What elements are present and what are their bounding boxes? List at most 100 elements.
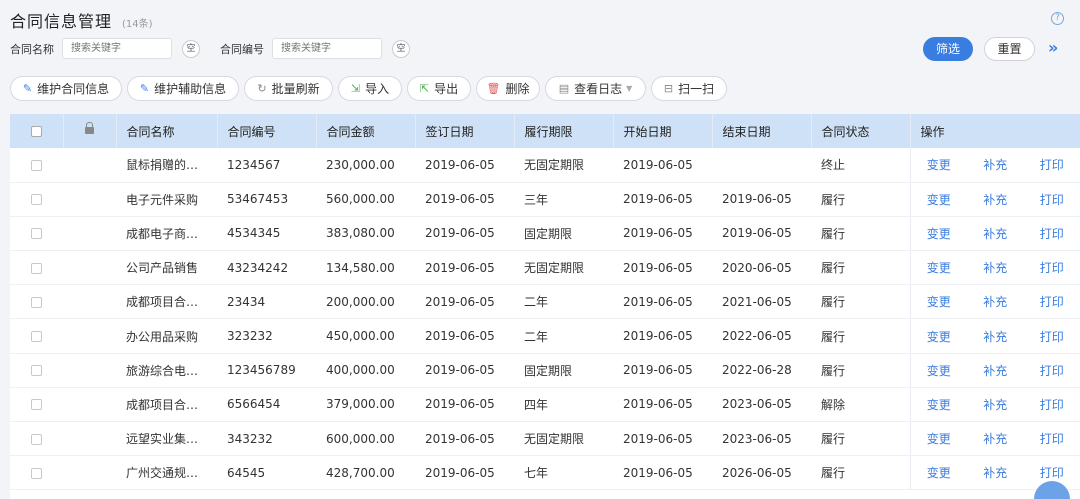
row-select-cell[interactable]	[10, 421, 63, 457]
row-select-cell[interactable]	[10, 250, 63, 286]
print-link[interactable]: 打印	[1040, 259, 1064, 276]
table-row[interactable]: 成都项目合… 6566454 379,000.00 2019-06-05 四年 2019-…	[10, 387, 1080, 423]
cell-start-date: 2019-06-05	[613, 421, 712, 457]
row-select-cell[interactable]	[10, 182, 63, 217]
row-checkbox[interactable]	[31, 228, 42, 240]
supplement-link[interactable]: 补充	[983, 156, 1007, 173]
row-checkbox[interactable]	[31, 262, 42, 274]
contract-number-empty-toggle[interactable]: 空	[392, 39, 410, 58]
supplement-link[interactable]: 补充	[983, 225, 1007, 242]
change-link[interactable]: 变更	[927, 396, 951, 413]
change-link[interactable]: 变更	[927, 293, 951, 310]
row-checkbox[interactable]	[31, 433, 42, 445]
contract-name-empty-toggle[interactable]: 空	[182, 39, 200, 58]
table-row[interactable]: 远望实业集… 343232 600,000.00 2019-06-05 无固定期限 201…	[10, 421, 1080, 457]
row-select-cell[interactable]	[10, 216, 63, 252]
view-log-dropdown[interactable]: ▤ 查看日志 ▼	[545, 76, 646, 101]
row-checkbox[interactable]	[31, 331, 42, 343]
row-checkbox[interactable]	[31, 399, 42, 411]
contract-number-search-input[interactable]	[272, 38, 382, 59]
column-header-term[interactable]: 履行期限	[514, 114, 614, 148]
table-row[interactable]: 公司产品销售 43234242 134,580.00 2019-06-05 无固定期限 2…	[10, 250, 1080, 286]
import-button[interactable]: ⇲ 导入	[338, 76, 402, 101]
supplement-link[interactable]: 补充	[983, 328, 1007, 345]
delete-button[interactable]: 🗑 删除	[476, 76, 540, 101]
column-header-status[interactable]: 合同状态	[811, 114, 911, 148]
column-header-name[interactable]: 合同名称	[116, 114, 218, 148]
cell-number: 53467453	[217, 182, 316, 217]
maintain-aux-button[interactable]: ✎ 维护辅助信息	[127, 76, 239, 101]
print-link[interactable]: 打印	[1040, 156, 1064, 173]
batch-refresh-button[interactable]: ↻ 批量刷新	[244, 76, 333, 101]
filter-button[interactable]: 筛选	[923, 37, 973, 61]
row-select-cell[interactable]	[10, 455, 63, 491]
print-link[interactable]: 打印	[1040, 396, 1064, 413]
print-link[interactable]: 打印	[1040, 464, 1064, 481]
table-row[interactable]: 成都电子商… 4534345 383,080.00 2019-06-05 固定期限 201…	[10, 216, 1080, 252]
supplement-link[interactable]: 补充	[983, 430, 1007, 447]
row-select-cell[interactable]	[10, 284, 63, 320]
change-link[interactable]: 变更	[927, 191, 951, 208]
print-link[interactable]: 打印	[1040, 225, 1064, 242]
export-button[interactable]: ⇱ 导出	[407, 76, 471, 101]
header-select-all[interactable]	[10, 114, 64, 148]
column-header-end-date[interactable]: 结束日期	[712, 114, 812, 148]
cell-end-date: 2023-06-05	[712, 387, 811, 423]
print-link[interactable]: 打印	[1040, 293, 1064, 310]
supplement-link[interactable]: 补充	[983, 191, 1007, 208]
maintain-contract-button[interactable]: ✎ 维护合同信息	[10, 76, 122, 101]
scan-button[interactable]: ⊟ 扫一扫	[651, 76, 727, 101]
print-link[interactable]: 打印	[1040, 430, 1064, 447]
cell-amount: 560,000.00	[316, 182, 415, 217]
row-select-cell[interactable]	[10, 387, 63, 423]
print-link[interactable]: 打印	[1040, 191, 1064, 208]
table-row[interactable]: 鼠标捐赠的… 1234567 230,000.00 2019-06-05 无固定期限 20…	[10, 148, 1080, 183]
change-link[interactable]: 变更	[927, 430, 951, 447]
operations-cell: 变更 补充 打印	[909, 182, 1080, 217]
row-checkbox[interactable]	[31, 159, 42, 171]
column-header-start-date[interactable]: 开始日期	[613, 114, 713, 148]
table-row[interactable]: 成都项目合… 23434 200,000.00 2019-06-05 二年 2019-06…	[10, 284, 1080, 320]
row-lock-cell	[63, 387, 116, 423]
row-select-cell[interactable]	[10, 318, 63, 354]
supplement-link[interactable]: 补充	[983, 396, 1007, 413]
table-row[interactable]: 办公用品采购 323232 450,000.00 2019-06-05 二年 2019-0…	[10, 318, 1080, 354]
page-header: 合同信息管理 (14条)	[10, 8, 153, 32]
print-link[interactable]: 打印	[1040, 362, 1064, 379]
row-lock-cell	[63, 216, 116, 252]
change-link[interactable]: 变更	[927, 362, 951, 379]
change-link[interactable]: 变更	[927, 156, 951, 173]
change-link[interactable]: 变更	[927, 328, 951, 345]
select-all-checkbox[interactable]	[30, 126, 42, 137]
cell-sign-date: 2019-06-05	[415, 182, 514, 217]
supplement-link[interactable]: 补充	[983, 464, 1007, 481]
table-row[interactable]: 广州交通规… 64545 428,700.00 2019-06-05 七年 2019-06…	[10, 455, 1080, 491]
supplement-link[interactable]: 补充	[983, 362, 1007, 379]
row-checkbox[interactable]	[31, 467, 42, 479]
table-row[interactable]: 电子元件采购 53467453 560,000.00 2019-06-05 三年 2019…	[10, 182, 1080, 217]
operations-cell: 变更 补充 打印	[909, 421, 1080, 457]
row-checkbox[interactable]	[31, 296, 42, 308]
row-select-cell[interactable]	[10, 148, 63, 183]
change-link[interactable]: 变更	[927, 225, 951, 242]
row-select-cell[interactable]	[10, 353, 63, 388]
help-icon[interactable]: ?	[1051, 12, 1064, 25]
row-checkbox[interactable]	[31, 365, 42, 377]
cell-status: 履行	[811, 250, 910, 286]
column-header-number[interactable]: 合同编号	[217, 114, 317, 148]
row-checkbox[interactable]	[31, 194, 42, 206]
column-header-amount[interactable]: 合同金额	[316, 114, 416, 148]
print-link[interactable]: 打印	[1040, 328, 1064, 345]
change-link[interactable]: 变更	[927, 259, 951, 276]
reset-button[interactable]: 重置	[984, 37, 1035, 61]
table-row[interactable]: 旅游综合电… 123456789 400,000.00 2019-06-05 固定期限 2…	[10, 353, 1080, 388]
column-header-sign-date[interactable]: 签订日期	[415, 114, 515, 148]
expand-icon[interactable]: »	[1048, 38, 1058, 57]
cell-term: 七年	[514, 455, 613, 491]
contract-name-search-input[interactable]	[62, 38, 172, 59]
operation-links: 变更 补充 打印	[911, 293, 1080, 310]
supplement-link[interactable]: 补充	[983, 259, 1007, 276]
scan-label: 扫一扫	[678, 82, 715, 96]
supplement-link[interactable]: 补充	[983, 293, 1007, 310]
change-link[interactable]: 变更	[927, 464, 951, 481]
